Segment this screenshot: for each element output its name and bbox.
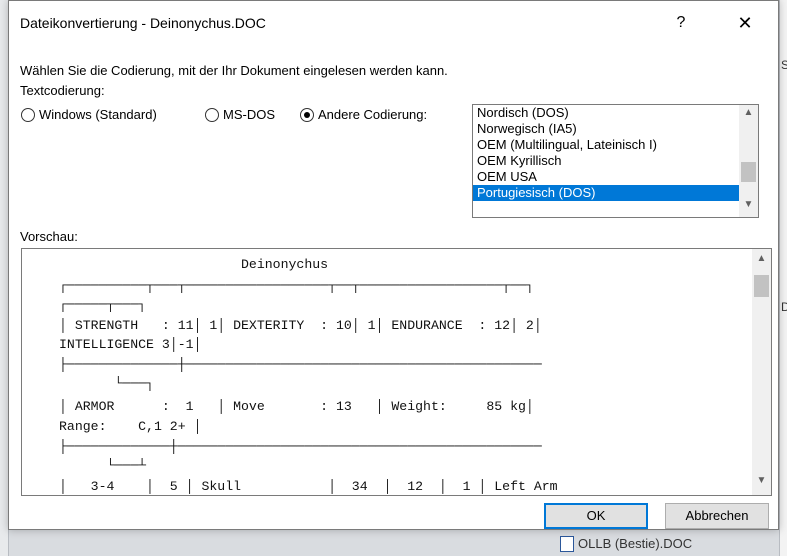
radio-circle[interactable] (300, 108, 314, 122)
background-window-right: S D (779, 0, 787, 556)
encoding-list-item-selected[interactable]: Portugiesisch (DOS) (473, 185, 742, 201)
encoding-list-item[interactable]: OEM USA (473, 169, 742, 185)
ok-button[interactable]: OK (544, 503, 648, 529)
radio-circle[interactable] (205, 108, 219, 122)
encoding-list-item[interactable]: OEM (Multilingual, Lateinisch I) (473, 137, 742, 153)
scroll-up-arrow-icon[interactable]: ▲ (752, 253, 771, 269)
background-text-fragment: S (781, 58, 787, 72)
background-document-item: OLLB (Bestie).DOC (560, 530, 779, 556)
preview-line: INTELLIGENCE 3│-1│ (59, 337, 202, 352)
file-conversion-dialog: Dateikonvertierung - Deinonychus.DOC ? ✕… (8, 0, 779, 530)
scroll-up-arrow-icon[interactable]: ▲ (739, 107, 758, 123)
scroll-thumb[interactable] (754, 275, 769, 297)
radio-selected-dot (304, 112, 310, 118)
encoding-list-item[interactable]: Norwegisch (IA5) (473, 121, 742, 137)
preview-label: Vorschau: (20, 229, 78, 244)
preview-line: └───┐ (59, 376, 154, 391)
preview-box[interactable]: Deinonychus ┌──────────┬───┬────────────… (21, 248, 772, 496)
radio-label[interactable]: Andere Codierung: (318, 107, 427, 122)
preview-line: ├──────────────┼────────────────────────… (59, 357, 542, 372)
preview-scrollbar[interactable]: ▲ ▼ (752, 249, 771, 495)
instruction-text: Wählen Sie die Codierung, mit der Ihr Do… (20, 63, 448, 78)
encoding-list-scrollbar[interactable]: ▲ ▼ (739, 105, 758, 217)
dialog-title: Dateikonvertierung - Deinonychus.DOC (20, 15, 266, 31)
preview-line: │ STRENGTH : 11│ 1│ DEXTERITY : 10│ 1│ E… (59, 318, 542, 333)
preview-line: ┌─────┬───┐ (59, 297, 147, 312)
background-document-name: OLLB (Bestie).DOC (578, 536, 693, 551)
text-encoding-label: Textcodierung: (20, 83, 105, 98)
scroll-thumb[interactable] (741, 162, 756, 182)
encoding-list-item[interactable]: Nordisch (DOS) (473, 105, 742, 121)
preview-line: ┌──────────┬───┬──────────────────┬──┬──… (59, 278, 534, 293)
scroll-down-arrow-icon[interactable]: ▼ (752, 475, 771, 491)
preview-line: Deinonychus (59, 257, 329, 272)
preview-line: │ ARMOR : 1 │ Move : 13 │ Weight: 85 kg│ (59, 399, 534, 414)
close-button[interactable]: ✕ (728, 9, 762, 37)
help-button[interactable]: ? (664, 9, 698, 37)
radio-label[interactable]: MS-DOS (223, 107, 275, 122)
preview-line: Range: C,1 2+ │ (59, 419, 202, 434)
dialog-titlebar[interactable]: Dateikonvertierung - Deinonychus.DOC ? ✕ (9, 1, 778, 45)
encoding-list-item[interactable]: OEM Kyrillisch (473, 153, 742, 169)
background-text-fragment: D (781, 300, 787, 314)
radio-label[interactable]: Windows (Standard) (39, 107, 157, 122)
encoding-listbox[interactable]: Nordisch (DOS) Norwegisch (IA5) OEM (Mul… (472, 104, 759, 218)
cancel-button[interactable]: Abbrechen (665, 503, 769, 529)
preview-line: ├─────────────┼─────────────────────────… (59, 439, 542, 454)
preview-line: └───┴ (59, 458, 147, 473)
word-document-icon (560, 536, 574, 552)
preview-line: │ 3-4 │ 5 │ Skull │ 34 │ 12 │ 1 │ Left A… (59, 479, 558, 494)
radio-circle[interactable] (21, 108, 35, 122)
scroll-down-arrow-icon[interactable]: ▼ (739, 199, 758, 215)
